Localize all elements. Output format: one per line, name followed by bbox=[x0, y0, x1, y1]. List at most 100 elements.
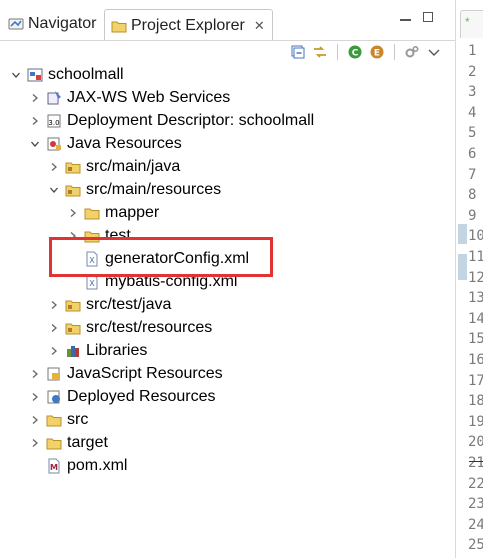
orange-circle-icon[interactable]: E bbox=[369, 44, 385, 60]
collapsed-arrow-icon[interactable] bbox=[49, 323, 59, 333]
editor-tab[interactable]: * bbox=[460, 10, 483, 38]
folder-icon bbox=[46, 435, 62, 451]
tree-item-label: Java Resources bbox=[67, 135, 182, 152]
line-number: 17 bbox=[468, 372, 483, 389]
source-folder-icon bbox=[65, 159, 81, 175]
line-number: 11 bbox=[468, 249, 483, 265]
tree-item-label: target bbox=[67, 434, 108, 451]
editor-gutter: * 1 2 3 4 5 6 7 8 9 10 11 12 13 14 15 16 17 18 19 20 21 22 23 2… bbox=[456, 0, 483, 558]
view-tab-bar: Navigator Project Explorer ✕ bbox=[0, 9, 455, 41]
editor-dirty-mark: * bbox=[465, 15, 470, 29]
line-number: 25 bbox=[468, 537, 483, 554]
svg-text:C: C bbox=[352, 49, 359, 59]
tree-item-label: Deployment Descriptor: schoolmall bbox=[67, 112, 315, 129]
tree-item[interactable]: Deployed Resources bbox=[0, 386, 455, 408]
collapsed-arrow-icon[interactable] bbox=[30, 415, 40, 425]
tree-item[interactable]: target bbox=[0, 432, 455, 454]
collapsed-arrow-icon[interactable] bbox=[49, 162, 59, 172]
gears-icon[interactable] bbox=[404, 44, 420, 60]
collapse-all-icon[interactable] bbox=[290, 44, 306, 60]
deployment-descriptor-icon: 3.0 bbox=[46, 113, 62, 129]
project-icon bbox=[27, 67, 43, 83]
line-number: 15 bbox=[468, 331, 483, 348]
tree-item-label: src/test/resources bbox=[86, 319, 213, 336]
tree-item-label: src bbox=[67, 411, 89, 428]
expanded-arrow-icon[interactable] bbox=[11, 70, 21, 80]
tree-item[interactable]: JAX-WS Web Services bbox=[0, 87, 455, 109]
tree-item[interactable]: src/main/java bbox=[0, 156, 455, 178]
line-number: 1 bbox=[468, 43, 477, 59]
line-number: 14 bbox=[468, 310, 483, 327]
webservices-icon bbox=[46, 90, 62, 106]
toolbar-separator bbox=[337, 44, 338, 60]
view-window-controls bbox=[400, 12, 433, 22]
line-number: 18 bbox=[468, 393, 483, 410]
line-number: 10 bbox=[468, 228, 483, 245]
tab-navigator[interactable]: Navigator bbox=[2, 9, 104, 39]
collapsed-arrow-icon[interactable] bbox=[30, 369, 40, 379]
collapsed-arrow-icon[interactable] bbox=[49, 300, 59, 310]
tree-item[interactable]: 3.0 Deployment Descriptor: schoolmall bbox=[0, 110, 455, 132]
line-number: 21 bbox=[468, 455, 483, 471]
collapsed-arrow-icon[interactable] bbox=[30, 116, 40, 126]
line-number: 19 bbox=[468, 413, 483, 430]
line-number: 3 bbox=[468, 84, 477, 101]
project-explorer-icon bbox=[111, 18, 127, 34]
line-number: 8 bbox=[468, 187, 477, 204]
collapsed-arrow-icon[interactable] bbox=[68, 208, 78, 218]
tree-item[interactable]: Mpom.xml bbox=[0, 455, 455, 477]
collapsed-arrow-icon[interactable] bbox=[30, 438, 40, 448]
current-line-underline bbox=[469, 461, 483, 462]
libraries-icon bbox=[65, 343, 81, 359]
maximize-icon[interactable] bbox=[423, 12, 433, 22]
tree-item-label: src/main/resources bbox=[86, 181, 222, 198]
tree-item-label: mapper bbox=[105, 204, 160, 221]
line-number: 6 bbox=[468, 146, 477, 162]
deployed-resources-icon bbox=[46, 389, 62, 405]
tree-item[interactable]: src/test/java bbox=[0, 294, 455, 316]
tree-item[interactable]: Java Resources bbox=[0, 133, 455, 155]
svg-text:3.0: 3.0 bbox=[48, 119, 59, 127]
annotation-ruler-mark[interactable] bbox=[458, 254, 467, 280]
tab-project-explorer[interactable]: Project Explorer ✕ bbox=[104, 9, 273, 41]
tree-item-label: src/test/java bbox=[86, 296, 172, 313]
source-folder-icon bbox=[65, 182, 81, 198]
folder-icon bbox=[46, 412, 62, 428]
close-icon[interactable]: ✕ bbox=[254, 18, 265, 34]
tree-item-label: JavaScript Resources bbox=[67, 365, 223, 382]
navigator-icon bbox=[8, 16, 24, 32]
minimize-icon[interactable] bbox=[400, 19, 411, 21]
tree-item[interactable]: src bbox=[0, 409, 455, 431]
view-menu-icon[interactable] bbox=[426, 44, 442, 60]
tree-item-label: pom.xml bbox=[67, 457, 128, 474]
svg-text:M: M bbox=[50, 463, 58, 472]
line-number: 23 bbox=[468, 496, 483, 513]
expanded-arrow-icon[interactable] bbox=[49, 185, 59, 195]
tree-item[interactable]: src/test/resources bbox=[0, 317, 455, 339]
highlight-box bbox=[49, 237, 273, 277]
green-circle-icon[interactable]: C bbox=[347, 44, 363, 60]
tree-item[interactable]: schoolmall bbox=[0, 64, 455, 86]
tree-item[interactable]: mapper bbox=[0, 202, 455, 224]
expanded-arrow-icon[interactable] bbox=[30, 139, 40, 149]
tab-separator bbox=[0, 40, 455, 41]
collapsed-arrow-icon[interactable] bbox=[30, 93, 40, 103]
line-number: 20 bbox=[468, 434, 483, 451]
collapsed-arrow-icon[interactable] bbox=[49, 346, 59, 356]
annotation-ruler-mark[interactable] bbox=[458, 224, 467, 244]
tree-item[interactable]: JavaScript Resources bbox=[0, 363, 455, 385]
tree-item-label: JAX-WS Web Services bbox=[67, 89, 231, 106]
collapsed-arrow-icon[interactable] bbox=[30, 392, 40, 402]
tree-item[interactable]: src/main/resources bbox=[0, 179, 455, 201]
line-number: 4 bbox=[468, 104, 477, 121]
line-number: 13 bbox=[468, 290, 483, 307]
tree-item-label: Libraries bbox=[86, 342, 148, 359]
line-number: 5 bbox=[468, 125, 477, 142]
tree-item[interactable]: Libraries bbox=[0, 340, 455, 362]
link-with-editor-icon[interactable] bbox=[312, 44, 328, 60]
java-resources-icon bbox=[46, 136, 62, 152]
maven-pom-icon: M bbox=[46, 458, 62, 474]
line-number: 9 bbox=[468, 207, 477, 224]
source-folder-icon bbox=[65, 297, 81, 313]
line-number: 2 bbox=[468, 63, 477, 80]
